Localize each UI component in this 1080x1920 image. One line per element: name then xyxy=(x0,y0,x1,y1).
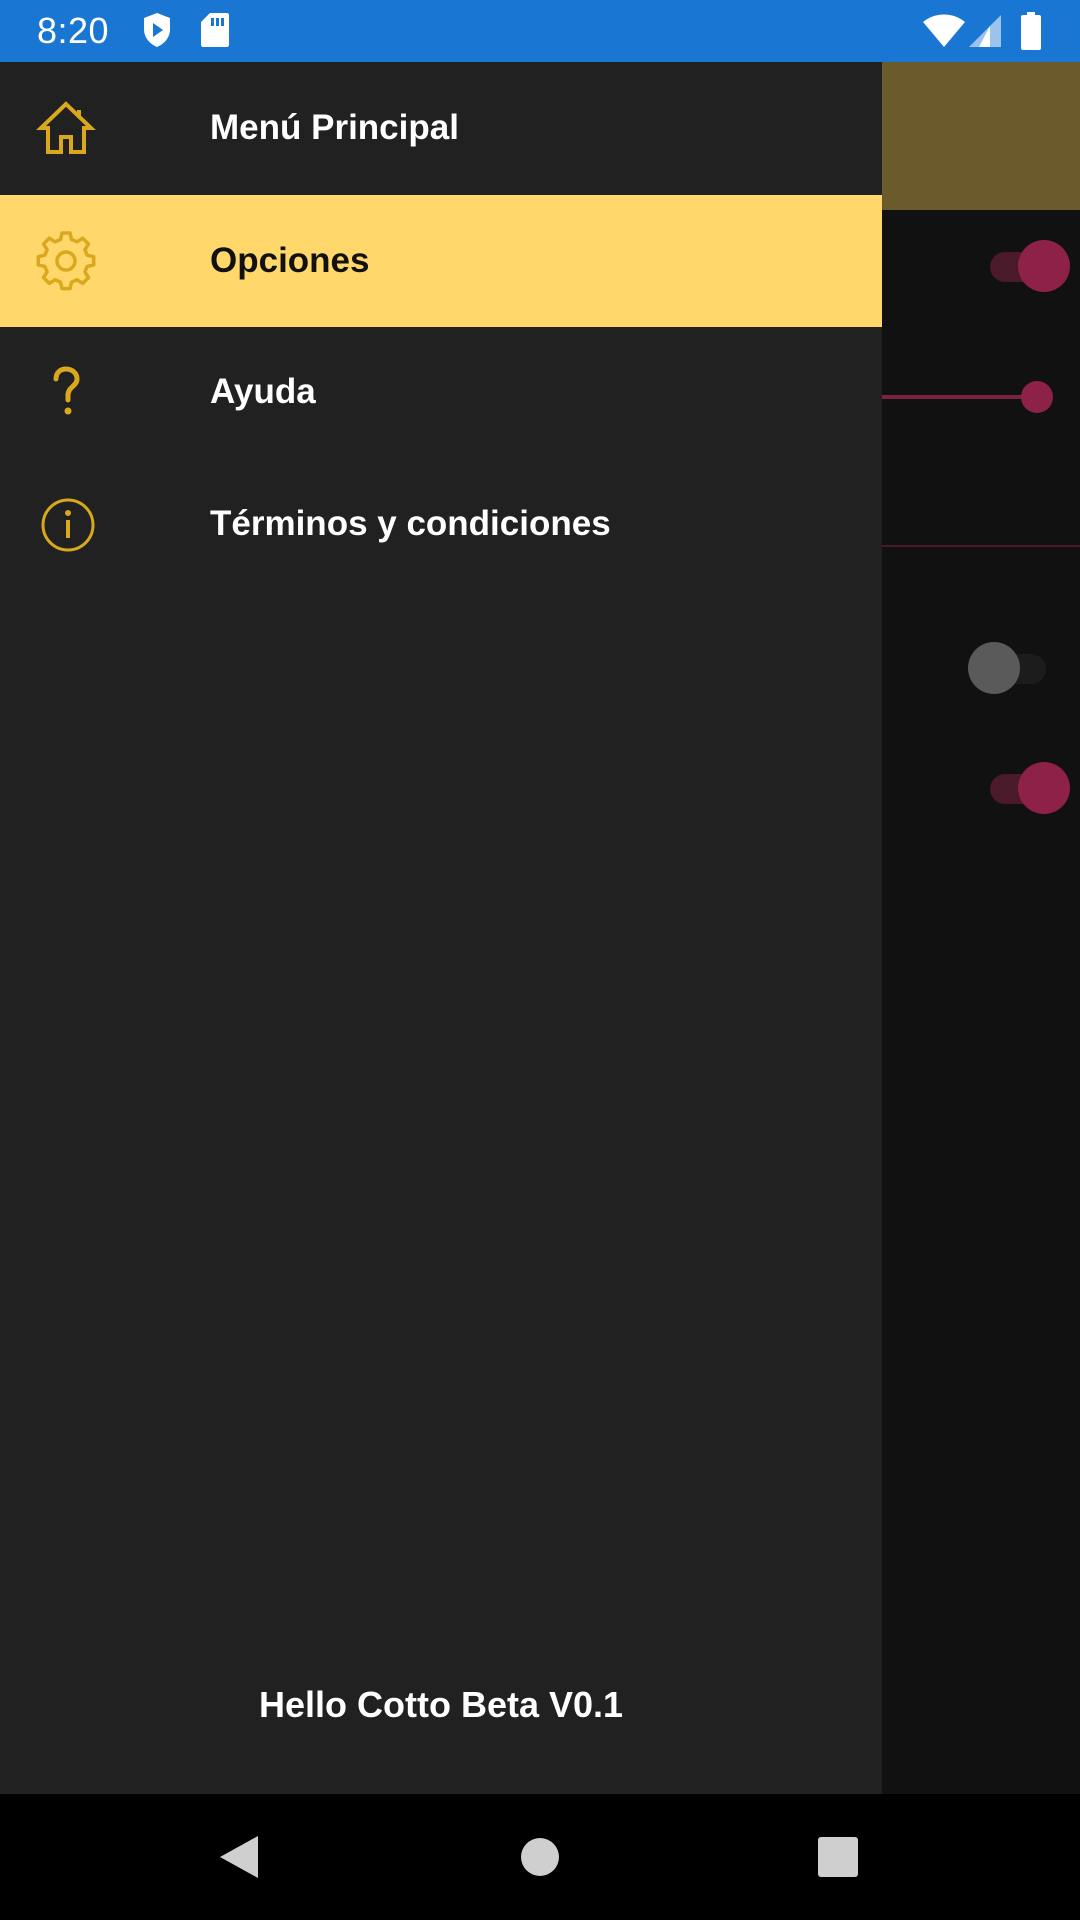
menu-item-terminos[interactable]: Términos y condiciones xyxy=(0,458,882,590)
app-version-label: Hello Cotto Beta V0.1 xyxy=(258,1684,624,1725)
info-icon xyxy=(41,498,95,552)
back-icon xyxy=(220,1836,258,1878)
navigation-drawer: Menú Principal Opciones Ayuda Términos y… xyxy=(0,62,882,1794)
question-icon xyxy=(53,366,80,415)
menu-label: Ayuda xyxy=(210,372,316,411)
cell-signal-icon xyxy=(969,15,1001,47)
menu-label: Opciones xyxy=(210,241,370,280)
system-nav-bar xyxy=(0,1794,1080,1920)
menu-item-menu-principal[interactable]: Menú Principal xyxy=(0,62,882,194)
background-divider xyxy=(882,545,1080,547)
battery-icon xyxy=(1021,12,1041,50)
home-circle-icon xyxy=(521,1838,559,1876)
menu-item-ayuda[interactable]: Ayuda xyxy=(0,326,882,458)
status-bar: 8:20 xyxy=(0,0,1080,62)
menu-item-opciones[interactable]: Opciones xyxy=(0,195,882,327)
menu-label: Términos y condiciones xyxy=(210,504,611,543)
home-icon xyxy=(36,101,96,154)
play-protect-icon xyxy=(144,13,170,47)
menu-label: Menú Principal xyxy=(210,108,459,147)
back-button[interactable] xyxy=(180,1794,300,1920)
screen: 8:20 Menú Principal Opciones Ayuda Térmi… xyxy=(0,0,1080,1920)
recents-icon xyxy=(818,1837,858,1877)
home-button[interactable] xyxy=(480,1794,600,1920)
sd-card-icon xyxy=(201,13,229,47)
background-slider-thumb[interactable] xyxy=(1021,381,1053,413)
background-slider-track xyxy=(882,395,1037,399)
status-time: 8:20 xyxy=(37,10,110,51)
recents-button[interactable] xyxy=(778,1794,898,1920)
gear-icon xyxy=(36,231,96,291)
wifi-icon xyxy=(923,14,965,47)
